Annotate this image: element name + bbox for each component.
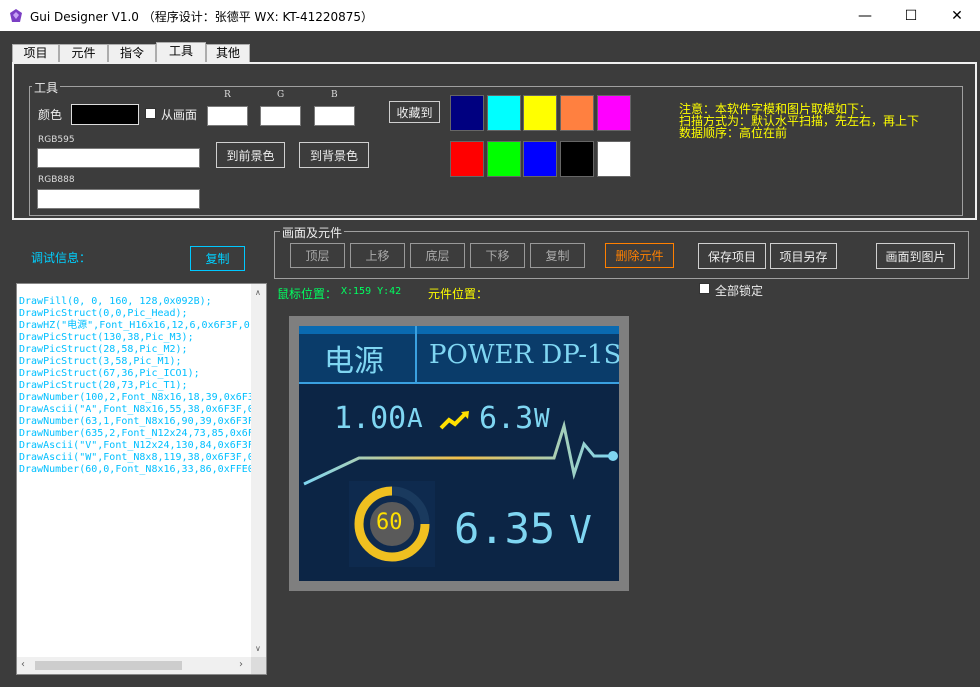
save-project-as-button[interactable]: 项目另存: [770, 243, 837, 269]
lock-all-checkbox[interactable]: [699, 283, 710, 294]
lcd-frame: 电源 POWER DP-1S 1.00 A 6.3 W 60 6.35 V: [289, 316, 629, 591]
to-background-button[interactable]: 到背景色: [299, 142, 369, 168]
debug-code-lines: DrawFill(0, 0, 160, 128,0x092B); DrawPic…: [19, 296, 254, 476]
scroll-left-icon[interactable]: ‹: [21, 659, 25, 670]
color-swatches: [450, 95, 634, 180]
canvas-group-title: 画面及元件: [280, 224, 345, 241]
swatch-white[interactable]: [597, 141, 631, 177]
code-line: DrawPicStruct(67,36,Pic_ICO1);: [19, 368, 200, 379]
swatch-orange[interactable]: [560, 95, 594, 131]
move-up-button[interactable]: 上移: [350, 243, 405, 268]
debug-copy-button[interactable]: 复制: [190, 246, 245, 271]
horizontal-scroll-thumb[interactable]: [35, 661, 182, 670]
close-button[interactable]: ✕: [934, 0, 980, 31]
swatch-green[interactable]: [487, 141, 521, 177]
color-preview: [71, 104, 139, 125]
r-label: R: [224, 90, 231, 100]
code-line: DrawPicStruct(28,58,Pic_M2);: [19, 344, 188, 355]
debug-text-area[interactable]: DrawFill(0, 0, 160, 128,0x092B); DrawPic…: [16, 283, 267, 675]
lcd-voltage: 6.35: [454, 504, 556, 553]
b-input[interactable]: [314, 106, 355, 126]
color-label: 颜色: [38, 108, 63, 122]
code-line: DrawNumber(635,2,Font_N12x24,73,85,0x6F: [19, 428, 254, 439]
code-line: DrawHZ("电源",Font_H16x16,12,6,0x6F3F,0: [19, 320, 250, 331]
code-line: DrawNumber(100,2,Font_N8x16,18,39,0x6F3: [19, 392, 254, 403]
swatch-yellow[interactable]: [523, 95, 557, 131]
lcd-voltage-unit: V: [569, 508, 592, 552]
swatch-blue[interactable]: [523, 141, 557, 177]
lcd-header-bar: [299, 326, 619, 334]
swatch-red[interactable]: [450, 141, 484, 177]
code-line: DrawPicStruct(0,0,Pic_Head);: [19, 308, 188, 319]
lcd-header-divider: [415, 326, 417, 384]
lcd-screen[interactable]: 电源 POWER DP-1S 1.00 A 6.3 W 60 6.35 V: [299, 326, 619, 581]
app-icon: [10, 9, 22, 22]
collect-button[interactable]: 收藏到: [389, 101, 440, 123]
maximize-button[interactable]: ☐: [888, 0, 934, 31]
scroll-right-icon[interactable]: ›: [239, 659, 243, 670]
note-line: 数据顺序：高位在前: [679, 126, 788, 140]
code-line: DrawNumber(63,1,Font_N8x16,90,39,0x6F3F: [19, 416, 254, 427]
debug-label: 调试信息：: [31, 251, 92, 265]
vertical-scrollbar[interactable]: ∧ ∨: [251, 284, 266, 657]
window-title: Gui Designer V1.0 （程序设计：张德平 WX: KT-41220…: [30, 10, 374, 24]
mouse-position-label: 鼠标位置：: [277, 287, 338, 301]
tab-other[interactable]: 其他: [206, 44, 250, 63]
swatch-black[interactable]: [560, 141, 594, 177]
code-line: DrawPicStruct(20,73,Pic_T1);: [19, 380, 188, 391]
from-screen-label: 从画面: [161, 108, 198, 122]
to-foreground-button[interactable]: 到前景色: [216, 142, 285, 168]
move-down-button[interactable]: 下移: [470, 243, 525, 268]
tab-commands[interactable]: 指令: [108, 44, 156, 63]
tools-group-title: 工具: [32, 79, 61, 96]
title-bar: Gui Designer V1.0 （程序设计：张德平 WX: KT-41220…: [0, 0, 980, 31]
swatch-cyan[interactable]: [487, 95, 521, 131]
g-input[interactable]: [260, 106, 301, 126]
code-line: DrawPicStruct(130,38,Pic_M3);: [19, 332, 194, 343]
rgb595-label: RGB595: [38, 135, 75, 145]
rgb595-input[interactable]: [37, 148, 200, 168]
screen-to-image-button[interactable]: 画面到图片: [876, 243, 955, 269]
code-line: DrawAscii("V",Font_N12x24,130,84,0x6F3F: [19, 440, 254, 451]
swatch-magenta[interactable]: [597, 95, 631, 131]
code-line: DrawAscii("W",Font_N8x8,119,38,0x6F3F,0: [19, 452, 254, 463]
rgb888-label: RGB888: [38, 175, 75, 185]
scroll-down-icon[interactable]: ∨: [255, 644, 261, 653]
tab-project[interactable]: 项目: [12, 44, 59, 63]
code-line: DrawNumber(60,0,Font_N8x16,33,86,0xFFE0: [19, 464, 254, 475]
horizontal-scrollbar[interactable]: ‹ ›: [17, 657, 251, 674]
minimize-button[interactable]: —: [842, 0, 888, 31]
g-label: G: [277, 90, 285, 100]
lock-all-label: 全部锁定: [715, 284, 764, 298]
bring-to-top-button[interactable]: 顶层: [290, 243, 345, 268]
lcd-title-cn: 电源: [324, 344, 384, 379]
delete-element-button[interactable]: 删除元件: [605, 243, 674, 268]
tab-components[interactable]: 元件: [59, 44, 108, 63]
lcd-gauge-value: 60: [376, 510, 403, 535]
send-to-bottom-button[interactable]: 底层: [410, 243, 465, 268]
code-line: DrawPicStruct(3,58,Pic_M1);: [19, 356, 182, 367]
code-line: DrawAscii("A",Font_N8x16,55,38,0x6F3F,0: [19, 404, 254, 415]
b-label: B: [331, 90, 338, 100]
notes: 注意：本软件字模和图片取模如下： 扫描方式为：默认水平扫描，先左右，再上下 数据…: [679, 103, 919, 139]
scroll-corner: [251, 657, 266, 674]
scroll-up-icon[interactable]: ∧: [255, 288, 261, 297]
mouse-position-value: X:159 Y:42: [341, 286, 402, 297]
r-input[interactable]: [207, 106, 248, 126]
lcd-waveform: [303, 420, 618, 486]
element-position-label: 元件位置：: [428, 287, 489, 301]
rgb888-input[interactable]: [37, 189, 200, 209]
save-project-button[interactable]: 保存项目: [698, 243, 766, 269]
tools-panel: 工具 颜色 从画面 R G B 收藏到 RGB595 RGB888 到前景色 到…: [12, 62, 977, 220]
tab-tools[interactable]: 工具: [156, 42, 206, 63]
lcd-title-en: POWER DP-1S: [429, 340, 619, 370]
code-line: DrawFill(0, 0, 160, 128,0x092B);: [19, 296, 212, 307]
swatch-navy[interactable]: [450, 95, 484, 131]
from-screen-checkbox[interactable]: [145, 108, 156, 119]
duplicate-button[interactable]: 复制: [530, 243, 585, 268]
